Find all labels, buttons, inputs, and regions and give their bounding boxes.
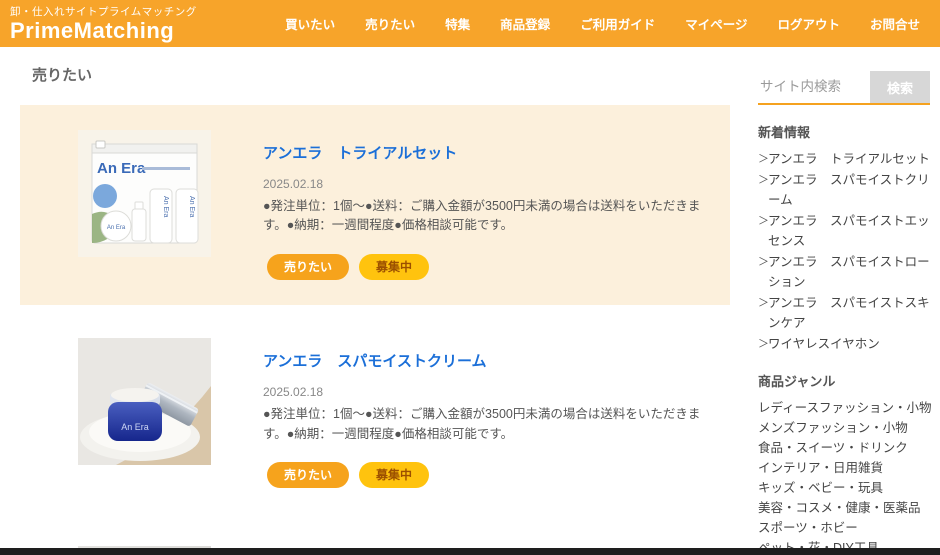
chevron-right-icon: ＞ bbox=[758, 252, 768, 292]
product-image-trial-set[interactable]: An Era An Era An Era An Era bbox=[78, 130, 211, 257]
new-info-item-label: アンエラ スパモイストローション bbox=[768, 252, 930, 292]
genre-item-label: キッズ・ベビー・玩具 bbox=[758, 478, 883, 498]
product-title-link[interactable]: アンエラ トライアルセット bbox=[263, 142, 457, 163]
product-details: アンエラ スパモイストクリーム 2025.02.18 ●発注単位：1個～●送料：… bbox=[263, 338, 710, 488]
genre-item-label: 食品・スイーツ・ドリンク bbox=[758, 438, 908, 458]
product-description: ●発注単位：1個～●送料：ご購入金額が3500円未満の場合は送料をいただきます。… bbox=[263, 405, 710, 444]
page-title: 売りたい bbox=[32, 64, 730, 85]
new-info-item[interactable]: ＞ アンエラ スパモイストエッセンス bbox=[758, 211, 930, 251]
sell-button[interactable]: 売りたい bbox=[267, 254, 349, 280]
product-card: An Era アンエラ スパモイストクリーム 2025.02.18 ●発注単位：… bbox=[20, 313, 730, 513]
header: 卸・仕入れサイトプライムマッチング PrimeMatching 買いたい 売りた… bbox=[0, 0, 940, 47]
nav-item-sell[interactable]: 売りたい bbox=[365, 14, 415, 33]
product-details: アンエラ トライアルセット 2025.02.18 ●発注単位：1個～●送料：ご購… bbox=[263, 130, 710, 280]
new-info-item[interactable]: ＞ アンエラ スパモイストクリーム bbox=[758, 170, 930, 210]
new-info-item[interactable]: ＞ アンエラ スパモイストスキンケア bbox=[758, 293, 930, 333]
genre-list: レディースファッション・小物 メンズファッション・小物 食品・スイーツ・ドリンク… bbox=[758, 398, 930, 555]
product-title-link[interactable]: アンエラ スパモイストクリーム bbox=[263, 350, 487, 371]
cream-jar-illustration: An Era bbox=[78, 338, 211, 465]
svg-text:An Era: An Era bbox=[188, 196, 195, 218]
genre-item[interactable]: インテリア・日用雑貨 bbox=[758, 458, 930, 478]
genre-item[interactable]: 美容・コスメ・健康・医薬品 bbox=[758, 498, 930, 518]
product-image-cream[interactable]: An Era bbox=[78, 338, 211, 465]
site-search: 検索 bbox=[758, 71, 930, 105]
new-info-item[interactable]: ＞ アンエラ スパモイストローション bbox=[758, 252, 930, 292]
nav-item-buy[interactable]: 買いたい bbox=[285, 14, 335, 33]
search-button[interactable]: 検索 bbox=[870, 71, 930, 105]
svg-text:An Era: An Era bbox=[121, 422, 149, 432]
genre-item[interactable]: メンズファッション・小物 bbox=[758, 418, 930, 438]
site-logo[interactable]: 卸・仕入れサイトプライムマッチング PrimeMatching bbox=[0, 0, 197, 47]
svg-text:An Era: An Era bbox=[97, 160, 146, 177]
genre-item[interactable]: 食品・スイーツ・ドリンク bbox=[758, 438, 930, 458]
content-layout: 売りたい An Era An Era An bbox=[0, 47, 940, 555]
nav-item-features[interactable]: 特集 bbox=[445, 14, 470, 33]
product-list: 売りたい An Era An Era An bbox=[20, 47, 730, 555]
nav-item-logout[interactable]: ログアウト bbox=[777, 14, 840, 33]
new-info-list: ＞ アンエラ トライアルセット ＞ アンエラ スパモイストクリーム ＞ アンエラ… bbox=[758, 149, 930, 354]
new-info-item-label: アンエラ スパモイストエッセンス bbox=[768, 211, 930, 251]
new-info-item[interactable]: ＞ ワイヤレスイヤホン bbox=[758, 334, 930, 354]
footer-top-bar bbox=[0, 548, 940, 555]
product-buttons: 売りたい 募集中 bbox=[267, 254, 710, 280]
main-nav: 買いたい 売りたい 特集 商品登録 ご利用ガイド マイページ ログアウト お問合… bbox=[285, 0, 940, 47]
product-buttons: 売りたい 募集中 bbox=[267, 462, 710, 488]
genre-heading: 商品ジャンル bbox=[758, 371, 930, 390]
site-tagline: 卸・仕入れサイトプライムマッチング bbox=[10, 4, 197, 19]
search-input[interactable] bbox=[758, 71, 870, 105]
trial-set-illustration: An Era An Era An Era An Era bbox=[78, 130, 211, 257]
chevron-right-icon: ＞ bbox=[758, 211, 768, 251]
chevron-right-icon: ＞ bbox=[758, 334, 768, 354]
product-description: ●発注単位：1個～●送料：ご購入金額が3500円未満の場合は送料をいただきます。… bbox=[263, 197, 710, 236]
product-card: An Era An Era An Era An Era アンエラ トライアルセッ… bbox=[20, 105, 730, 305]
nav-item-contact[interactable]: お問合せ bbox=[870, 14, 920, 33]
status-badge: 募集中 bbox=[359, 462, 429, 488]
chevron-right-icon: ＞ bbox=[758, 170, 768, 210]
chevron-right-icon: ＞ bbox=[758, 149, 768, 169]
svg-text:An Era: An Era bbox=[162, 196, 169, 218]
genre-item-label: 美容・コスメ・健康・医薬品 bbox=[758, 498, 921, 518]
genre-item[interactable]: キッズ・ベビー・玩具 bbox=[758, 478, 930, 498]
sell-button[interactable]: 売りたい bbox=[267, 462, 349, 488]
nav-item-guide[interactable]: ご利用ガイド bbox=[580, 14, 655, 33]
status-badge: 募集中 bbox=[359, 254, 429, 280]
chevron-right-icon: ＞ bbox=[758, 293, 768, 333]
genre-item[interactable]: スポーツ・ホビー bbox=[758, 518, 930, 538]
new-info-heading: 新着情報 bbox=[758, 122, 930, 141]
sidebar: 検索 新着情報 ＞ アンエラ トライアルセット ＞ アンエラ スパモイストクリー… bbox=[758, 47, 930, 555]
site-logo-text: PrimeMatching bbox=[10, 19, 197, 42]
new-info-item-label: アンエラ スパモイストスキンケア bbox=[768, 293, 930, 333]
genre-item[interactable]: レディースファッション・小物 bbox=[758, 398, 930, 418]
nav-item-product-register[interactable]: 商品登録 bbox=[500, 14, 550, 33]
product-date: 2025.02.18 bbox=[263, 385, 710, 399]
genre-item-label: インテリア・日用雑貨 bbox=[758, 458, 883, 478]
new-info-item-label: アンエラ スパモイストクリーム bbox=[768, 170, 930, 210]
genre-item-label: レディースファッション・小物 bbox=[758, 398, 932, 418]
genre-item-label: スポーツ・ホビー bbox=[758, 518, 858, 538]
new-info-item-label: ワイヤレスイヤホン bbox=[768, 334, 880, 354]
genre-item-label: メンズファッション・小物 bbox=[758, 418, 908, 438]
nav-item-mypage[interactable]: マイページ bbox=[685, 14, 747, 33]
new-info-item-label: アンエラ トライアルセット bbox=[768, 149, 930, 169]
svg-text:An Era: An Era bbox=[107, 225, 126, 231]
product-date: 2025.02.18 bbox=[263, 177, 710, 191]
new-info-item[interactable]: ＞ アンエラ トライアルセット bbox=[758, 149, 930, 169]
